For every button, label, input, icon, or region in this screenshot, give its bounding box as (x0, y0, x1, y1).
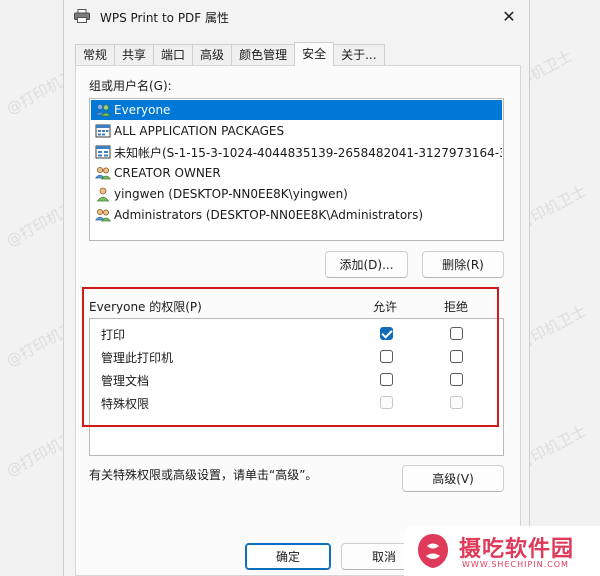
add-button[interactable]: 添加(D)... (325, 251, 408, 278)
list-item-creator-owner[interactable]: CREATOR OWNER (91, 163, 502, 183)
permission-name: 管理文档 (101, 374, 150, 388)
logo-icon (416, 532, 450, 570)
permission-name: 打印 (101, 328, 126, 342)
close-icon: ✕ (502, 6, 516, 26)
permissions-label: Everyone 的权限(P) (89, 300, 202, 314)
permission-name: 管理此打印机 (101, 351, 174, 365)
permission-row: 特殊权限 (90, 392, 503, 414)
unknown-account-icon (95, 144, 111, 160)
tab-about[interactable]: 关于... (333, 44, 385, 66)
user-group-icon (94, 165, 111, 181)
logo-title: 摄吃软件园 (459, 537, 575, 562)
ok-button[interactable]: 确定 (245, 543, 331, 570)
list-item-unknown-account[interactable]: 未知帐户(S-1-15-3-1024-4044835139-2658482041… (91, 142, 502, 162)
list-item-administrators[interactable]: Administrators (DESKTOP-NN0EE8K\Administ… (91, 205, 502, 225)
deny-checkbox[interactable] (450, 350, 463, 363)
user-name: ALL APPLICATION PACKAGES (114, 124, 285, 138)
site-logo: 摄吃软件园 WWW.SHECHIPIN.COM (404, 526, 600, 576)
permission-row: 管理文档 (90, 369, 503, 391)
advanced-hint: 有关特殊权限或高级设置，请单击“高级”。 (89, 468, 318, 482)
groups-label: 组或用户名(G): (89, 79, 172, 93)
tab-security[interactable]: 安全 (294, 42, 335, 66)
list-item-yingwen[interactable]: yingwen (DESKTOP-NN0EE8K\yingwen) (91, 184, 502, 204)
permission-row: 管理此打印机 (90, 346, 503, 368)
tab-general[interactable]: 常规 (75, 44, 116, 66)
deny-checkbox (450, 396, 463, 409)
logo-subtitle: WWW.SHECHIPIN.COM (462, 560, 569, 569)
allow-header: 允许 (373, 300, 398, 314)
user-name: 未知帐户(S-1-15-3-1024-4044835139-2658482041… (114, 145, 502, 160)
properties-dialog: WPS Print to PDF 属性 ✕ 常规 共享 端口 高级 颜色管理 安… (63, 0, 530, 576)
remove-button[interactable]: 删除(R) (422, 251, 504, 278)
user-name: Everyone (114, 103, 171, 117)
allow-checkbox[interactable] (380, 373, 393, 386)
tab-ports[interactable]: 端口 (153, 44, 194, 66)
deny-checkbox[interactable] (450, 373, 463, 386)
permission-name: 特殊权限 (101, 397, 150, 411)
close-button[interactable]: ✕ (489, 0, 529, 32)
user-name: yingwen (DESKTOP-NN0EE8K\yingwen) (114, 187, 348, 201)
tab-color-management[interactable]: 颜色管理 (231, 44, 296, 66)
printer-icon (74, 9, 90, 23)
security-panel: 组或用户名(G): Everyone ALL APPLICATION PACKA… (75, 65, 521, 576)
tab-sharing[interactable]: 共享 (114, 44, 155, 66)
app-packages-icon (95, 123, 111, 139)
tab-bar: 常规 共享 端口 高级 颜色管理 安全 关于... (75, 42, 385, 66)
deny-header: 拒绝 (444, 300, 469, 314)
list-item-app-packages[interactable]: ALL APPLICATION PACKAGES (91, 121, 502, 141)
user-icon (95, 186, 111, 202)
user-group-icon (94, 102, 111, 118)
permission-row: 打印 (90, 323, 503, 345)
tab-advanced[interactable]: 高级 (192, 44, 233, 66)
user-name: CREATOR OWNER (114, 166, 221, 180)
permissions-list: 打印 管理此打印机 管理文档 特殊权限 (89, 318, 504, 456)
list-item-everyone[interactable]: Everyone (91, 100, 502, 120)
window-title: WPS Print to PDF 属性 (100, 11, 230, 25)
user-name: Administrators (DESKTOP-NN0EE8K\Administ… (114, 208, 424, 222)
allow-checkbox[interactable] (380, 327, 393, 340)
advanced-button[interactable]: 高级(V) (402, 465, 504, 492)
users-list[interactable]: Everyone ALL APPLICATION PACKAGES 未知帐户(S… (89, 98, 504, 241)
allow-checkbox[interactable] (380, 350, 393, 363)
deny-checkbox[interactable] (450, 327, 463, 340)
user-group-icon (94, 207, 111, 223)
title-bar: WPS Print to PDF 属性 ✕ (64, 0, 529, 34)
allow-checkbox (380, 396, 393, 409)
